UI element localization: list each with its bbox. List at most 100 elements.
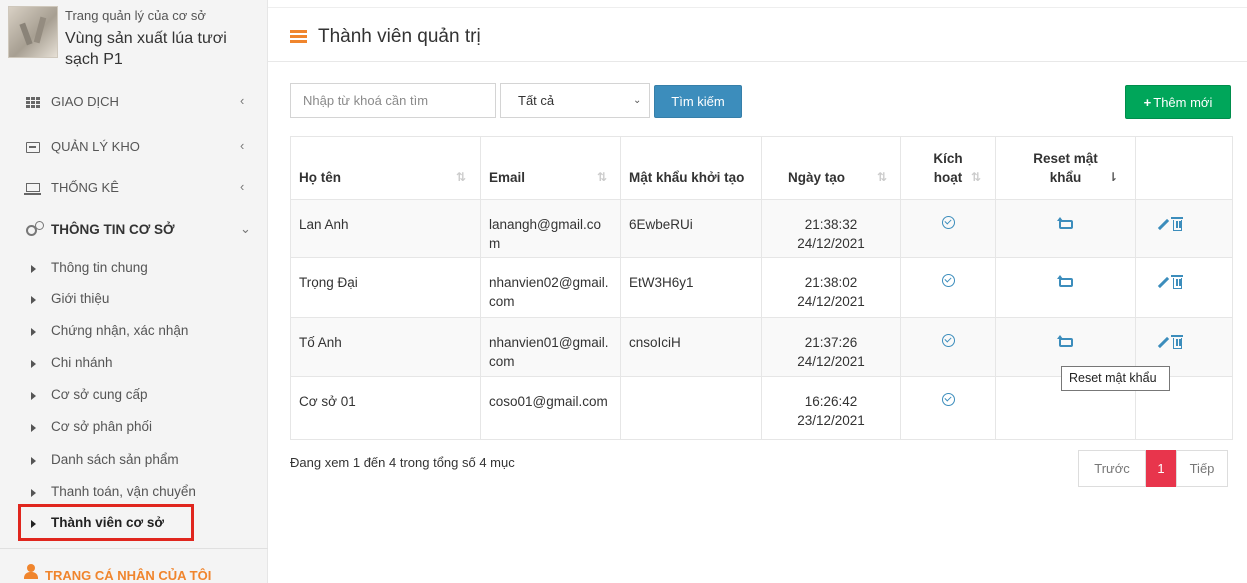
trash-icon[interactable]: [1171, 275, 1183, 289]
grid-icon: [26, 97, 40, 108]
cell-email: nhanvien02@gmail.com: [480, 257, 621, 318]
sort-icon: ⇅: [597, 170, 608, 184]
sidebar-item-thong-tin-co-so[interactable]: THÔNG TIN CƠ SỞ ⌄: [0, 215, 268, 245]
reset-password-tooltip: Reset mật khẩu: [1061, 366, 1170, 391]
sort-icon: ⇅: [971, 170, 982, 184]
caret-right-icon: [31, 296, 36, 304]
chevron-down-icon: ⌄: [633, 95, 642, 106]
column-header-date[interactable]: Ngày tạo ⇅: [761, 136, 901, 200]
cell-created-date: 21:37:26 24/12/2021: [761, 317, 901, 377]
bars-icon: [290, 30, 307, 44]
column-header-reset[interactable]: Reset mật khẩu ⇂: [995, 136, 1136, 200]
brand: Trang quản lý của cơ sở Vùng sản xuất lú…: [8, 6, 263, 76]
table-info-text: Đang xem 1 đến 4 trong tổng số 4 mục: [290, 455, 515, 470]
sort-icon: ⇅: [877, 170, 888, 184]
submenu-item-co-so-phan-phoi[interactable]: Cơ sở phân phối: [0, 413, 268, 443]
highlight-annotation-box: [18, 504, 194, 541]
column-header-active[interactable]: Kích hoạt ⇅: [900, 136, 996, 200]
submenu-item-label: Danh sách sản phẩm: [51, 452, 179, 467]
search-button[interactable]: Tìm kiếm: [654, 85, 742, 118]
pagination-page-1[interactable]: 1: [1146, 450, 1176, 487]
cell-email: nhanvien01@gmail.com: [480, 317, 621, 377]
cell-actions: [1135, 199, 1233, 258]
reset-password-icon[interactable]: [1056, 275, 1073, 287]
cell-email: lanangh@gmail.com: [480, 199, 621, 258]
submenu-item-label: Cơ sở cung cấp: [51, 387, 148, 402]
submenu-item-chung-nhan[interactable]: Chứng nhận, xác nhận: [0, 317, 268, 347]
caret-right-icon: [31, 392, 36, 400]
edit-icon[interactable]: [1157, 336, 1170, 349]
members-table: Họ tên ⇅ Email ⇅ Mật khẩu khởi tạo Ngày tạ…: [290, 136, 1233, 440]
cell-created-date: 16:26:42 23/12/2021: [761, 376, 901, 440]
table-row: Lan Anh lanangh@gmail.com 6EwbeRUi 21:38…: [290, 199, 1233, 258]
check-circle-icon: [941, 274, 955, 287]
submenu-item-danh-sach-san-pham[interactable]: Danh sách sản phẩm: [0, 446, 268, 476]
submenu-item-thong-tin-chung[interactable]: Thông tin chung: [0, 254, 268, 284]
submenu-item-gioi-thieu[interactable]: Giới thiệu: [0, 285, 268, 315]
brand-logo: [8, 6, 58, 58]
column-header-name[interactable]: Họ tên ⇅: [290, 136, 481, 200]
cell-reset: [995, 199, 1136, 258]
column-header-email[interactable]: Email ⇅: [480, 136, 621, 200]
search-input[interactable]: [290, 83, 496, 118]
table-row: Trọng Đại nhanvien02@gmail.com EtW3H6y1 …: [290, 257, 1233, 318]
submenu-item-label: Chi nhánh: [51, 355, 113, 370]
cell-active: [900, 257, 996, 318]
reset-password-icon[interactable]: [1056, 335, 1073, 347]
filter-select-value: Tất cả: [518, 93, 555, 108]
pagination: Trước 1 Tiếp: [1078, 450, 1228, 487]
sidebar-item-quan-ly-kho[interactable]: QUẢN LÝ KHO ‹: [0, 132, 268, 162]
sidebar-item-label: THÔNG TIN CƠ SỞ: [51, 222, 175, 237]
cell-active: [900, 199, 996, 258]
sidebar-item-label: GIAO DỊCH: [51, 94, 119, 109]
cell-reset: [995, 257, 1136, 318]
page-header: Thành viên quản trị: [268, 18, 1247, 62]
sidebar-item-thong-ke[interactable]: THỐNG KÊ ‹: [0, 173, 268, 203]
caret-right-icon: [31, 360, 36, 368]
cogs-icon: [26, 221, 44, 236]
profile-link-label: TRANG CÁ NHÂN CỦA TÔI: [45, 568, 212, 583]
pagination-next[interactable]: Tiếp: [1176, 450, 1228, 487]
sidebar: Trang quản lý của cơ sở Vùng sản xuất lú…: [0, 0, 268, 583]
add-new-button[interactable]: + Thêm mới: [1125, 85, 1231, 119]
plus-icon: +: [1143, 94, 1152, 110]
column-header-password: Mật khẩu khởi tạo: [620, 136, 762, 200]
chevron-left-icon: ‹: [240, 138, 245, 153]
trash-icon[interactable]: [1171, 217, 1183, 231]
sidebar-item-label: QUẢN LÝ KHO: [51, 139, 140, 154]
reset-password-icon[interactable]: [1056, 217, 1073, 229]
user-icon: [24, 564, 38, 579]
cell-name: Cơ sở 01: [290, 376, 481, 440]
sort-icon: ⇅: [456, 170, 467, 184]
caret-right-icon: [31, 489, 36, 497]
edit-icon[interactable]: [1157, 218, 1170, 231]
profile-link[interactable]: TRANG CÁ NHÂN CỦA TÔI: [0, 548, 268, 583]
submenu-item-label: Cơ sở phân phối: [51, 419, 153, 434]
check-circle-icon: [941, 334, 955, 347]
monitor-icon: [24, 183, 41, 195]
cell-password: EtW3H6y1: [620, 257, 762, 318]
cell-name: Trọng Đại: [290, 257, 481, 318]
sidebar-item-giao-dich[interactable]: GIAO DỊCH ‹: [0, 87, 268, 117]
cell-name: Lan Anh: [290, 199, 481, 258]
brand-subtitle: Trang quản lý của cơ sở: [65, 8, 206, 23]
caret-right-icon: [31, 328, 36, 336]
chevron-left-icon: ‹: [240, 93, 245, 108]
add-new-label: Thêm mới: [1153, 94, 1213, 110]
submenu-item-label: Chứng nhận, xác nhận: [51, 323, 189, 338]
check-circle-icon: [941, 216, 955, 229]
pagination-previous[interactable]: Trước: [1078, 450, 1146, 487]
edit-icon[interactable]: [1157, 276, 1170, 289]
cell-created-date: 21:38:02 24/12/2021: [761, 257, 901, 318]
sidebar-item-label: THỐNG KÊ: [51, 180, 119, 195]
submenu-item-co-so-cung-cap[interactable]: Cơ sở cung cấp: [0, 381, 268, 411]
submenu-item-label: Giới thiệu: [51, 291, 110, 306]
chevron-left-icon: ‹: [240, 179, 245, 194]
submenu-item-chi-nhanh[interactable]: Chi nhánh: [0, 349, 268, 379]
main-content: Thành viên quản trị Tất cả ⌄ Tìm kiếm +T…: [268, 0, 1247, 583]
cell-password: 6EwbeRUi: [620, 199, 762, 258]
cell-name: Tố Anh: [290, 317, 481, 377]
status-filter-select[interactable]: Tất cả ⌄: [500, 83, 650, 118]
brand-name: Vùng sản xuất lúa tươi sạch P1: [65, 30, 227, 68]
trash-icon[interactable]: [1171, 335, 1183, 349]
